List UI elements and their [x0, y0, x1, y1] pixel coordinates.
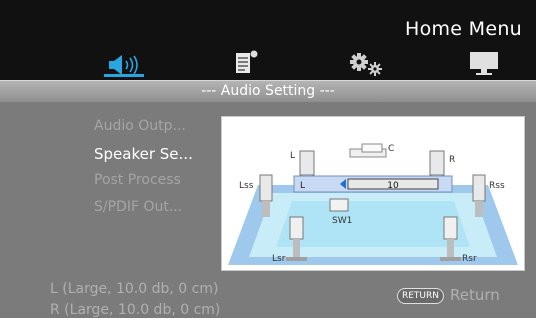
menu-item-post-process[interactable]: Post Process	[94, 172, 181, 188]
menu-item-speaker-setting[interactable]: Speaker Se...	[94, 145, 193, 163]
level-selector[interactable]	[293, 175, 453, 193]
tab-audio[interactable]	[104, 46, 144, 77]
label-rear-left: Lsr	[272, 254, 286, 264]
label-side-left: Lss	[239, 181, 254, 191]
label-center: C	[388, 144, 394, 154]
tab-general[interactable]	[234, 46, 262, 76]
settings-gears-icon	[350, 53, 382, 76]
speaker-front-right[interactable]	[429, 150, 445, 179]
label-front-left: L	[290, 151, 295, 161]
speaker-front-left[interactable]	[299, 150, 315, 179]
selected-channel-label: L	[300, 181, 305, 191]
section-title: --- Audio Setting ---	[0, 80, 536, 102]
return-label: Return	[450, 286, 500, 304]
monitor-icon	[470, 52, 498, 75]
tab-display[interactable]	[468, 46, 500, 76]
speaker-center[interactable]	[349, 143, 387, 158]
speaker-layout-svg: L C R Lss Rss SW1 Lsr Rsr L 10	[228, 143, 518, 265]
menu-item-spdif-output[interactable]: S/PDIF Out...	[94, 199, 182, 215]
level-value: 10	[387, 181, 399, 191]
speaker-subwoofer[interactable]	[329, 198, 349, 212]
top-bar: Home Menu	[0, 0, 536, 80]
label-side-right: Rss	[489, 181, 505, 191]
label-front-right: R	[449, 155, 455, 165]
label-subwoofer: SW1	[332, 216, 352, 226]
speaker-icon	[109, 55, 138, 75]
home-menu-title: Home Menu	[404, 18, 522, 40]
label-rear-right: Rsr	[462, 254, 477, 264]
document-icon	[236, 50, 258, 73]
speaker-diagram: L C R Lss Rss SW1 Lsr Rsr L 10	[221, 116, 525, 271]
return-button[interactable]: RETURN	[397, 288, 444, 304]
menu-item-audio-output[interactable]: Audio Outp...	[94, 118, 186, 134]
status-line-left: L (Large, 10.0 db, 0 cm)	[50, 281, 219, 297]
status-line-right: R (Large, 10.0 db, 0 cm)	[50, 302, 221, 318]
tab-settings[interactable]	[345, 46, 385, 76]
